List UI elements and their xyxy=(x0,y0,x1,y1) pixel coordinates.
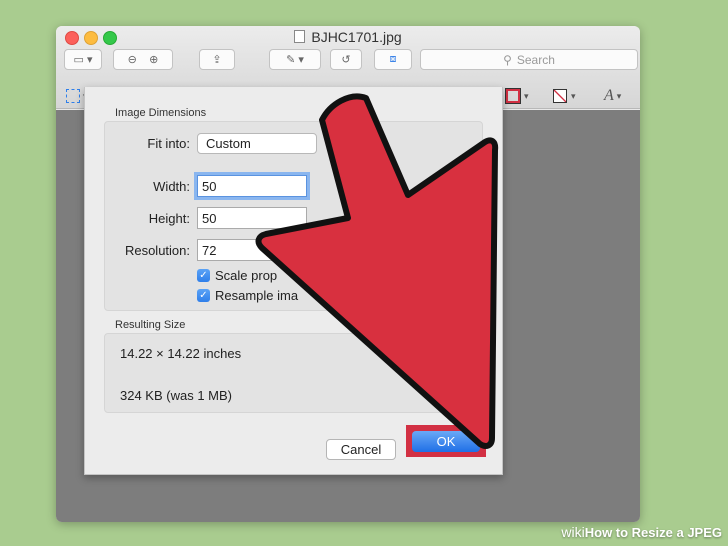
resolution-units-stepper[interactable]: ⇕ xyxy=(448,240,465,261)
search-field[interactable]: ⚲ Search xyxy=(420,49,638,70)
width-label: Width: xyxy=(153,179,190,194)
checkmark-icon: ✓ xyxy=(197,289,210,302)
resolution-field[interactable]: 72 xyxy=(197,239,307,261)
share-button[interactable]: ⇪ xyxy=(199,49,235,70)
rotate-button[interactable]: ↺ xyxy=(330,49,362,70)
resolution-value: 72 xyxy=(202,242,217,258)
wikihow-watermark: wikiHow to Resize a JPEG xyxy=(561,524,722,540)
resulting-dimensions: 14.22 × 14.22 inches xyxy=(120,346,242,361)
rotate-icon: ↺ xyxy=(341,54,351,66)
scale-proportionally-checkbox[interactable]: ✓ Scale prop xyxy=(197,268,277,283)
adjust-size-dialog: Image Dimensions Fit into: Custom xels W… xyxy=(84,87,503,475)
resulting-size-heading: Resulting Size xyxy=(115,319,186,331)
scale-label: Scale prop xyxy=(215,268,278,283)
height-value: 50 xyxy=(202,210,217,226)
width-value: 50 xyxy=(202,178,217,194)
fit-into-label: Fit into: xyxy=(147,136,190,151)
watermark-wiki: wiki xyxy=(561,524,585,540)
toolbox-button[interactable]: ⧈ xyxy=(374,49,412,70)
resample-image-checkbox[interactable]: ✓ Resample ima xyxy=(197,288,298,303)
fill-color-tool[interactable]: ▾ xyxy=(553,86,576,106)
fit-into-value: Custom xyxy=(206,136,251,151)
ok-label: OK xyxy=(436,433,456,449)
share-icon: ⇪ xyxy=(212,54,222,66)
units-popup-stepper[interactable]: ⇕ xyxy=(448,188,465,209)
width-field[interactable]: 50 xyxy=(197,175,307,197)
text-style-tool[interactable]: A ▾ xyxy=(604,86,621,106)
image-dimensions-heading: Image Dimensions xyxy=(115,107,207,119)
sidebar-button[interactable]: ▭ ▾ xyxy=(64,49,102,70)
height-field[interactable]: 50 xyxy=(197,207,307,229)
search-icon: ⚲ xyxy=(503,52,512,67)
resolution-label: Resolution: xyxy=(124,243,190,258)
search-placeholder: Search xyxy=(516,52,555,67)
border-color-icon xyxy=(505,88,521,104)
resample-label: Resample ima xyxy=(215,288,299,303)
pen-icon: ✎ ▾ xyxy=(286,54,304,66)
markup-pen-button[interactable]: ✎ ▾ xyxy=(269,49,321,70)
window-title-text: BJHC1701.jpg xyxy=(311,29,402,45)
ok-button[interactable]: OK xyxy=(412,430,480,452)
document-icon xyxy=(294,30,306,43)
zoom-in-icon[interactable]: ⊕ xyxy=(149,53,158,66)
chevron-updown-icon: ⇕ xyxy=(452,193,461,203)
fit-into-popup[interactable]: Custom xyxy=(197,133,317,154)
sidebar-icon: ▭ ▾ xyxy=(73,54,93,66)
fill-color-icon xyxy=(553,89,567,103)
toolbox-icon: ⧈ xyxy=(389,53,397,65)
zoom-buttons[interactable]: ⊖ ⊕ xyxy=(113,49,173,70)
window-title: BJHC1701.jpg xyxy=(56,29,640,45)
fit-into-units: xels xyxy=(344,136,368,151)
font-tool-label: A xyxy=(604,87,614,104)
border-color-tool[interactable]: ▾ xyxy=(505,86,529,106)
watermark-title: How to Resize a JPEG xyxy=(584,525,722,540)
resulting-file-size: 324 KB (was 1 MB) xyxy=(120,388,232,403)
image-dimensions-group: Fit into: Custom xels Width: 50 ⇕ Height… xyxy=(104,121,483,311)
cancel-label: Cancel xyxy=(340,442,382,457)
rect-selection-icon xyxy=(66,89,80,103)
ok-highlight-box: OK xyxy=(406,425,486,457)
chevron-updown-icon: ⇕ xyxy=(452,245,461,255)
height-label: Height: xyxy=(148,211,190,226)
checkmark-icon: ✓ xyxy=(197,269,210,282)
zoom-out-icon[interactable]: ⊖ xyxy=(128,53,137,66)
resulting-size-group: 14.22 × 14.22 inches 324 KB (was 1 MB) xyxy=(104,333,483,413)
cancel-button[interactable]: Cancel xyxy=(326,439,396,460)
